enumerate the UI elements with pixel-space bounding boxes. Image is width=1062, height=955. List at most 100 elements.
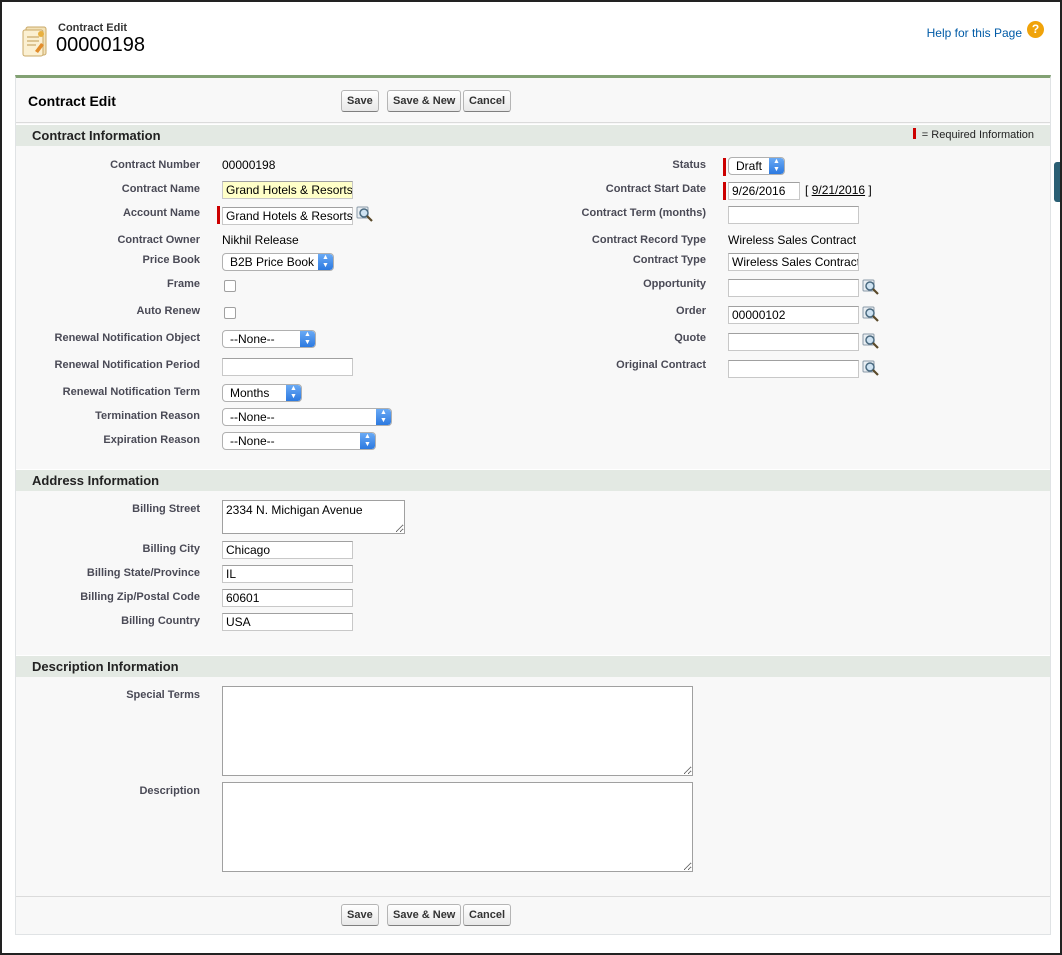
side-panel-tab[interactable]	[1054, 162, 1060, 202]
label-billing-zip: Billing Zip/Postal Code	[80, 591, 200, 603]
label-renewal-notification-period: Renewal Notification Period	[54, 359, 200, 371]
divider	[16, 896, 1050, 897]
contract-document-icon	[22, 26, 47, 57]
save-new-button-bottom[interactable]: Save & New	[387, 904, 462, 926]
renewal-notification-period-input[interactable]	[222, 358, 353, 376]
value-contract-owner: Nikhil Release	[222, 233, 299, 247]
section-header-address: Address Information	[16, 469, 1050, 491]
chevron-updown-icon: ▲ ▼	[376, 409, 391, 425]
termination-reason-selected: --None--	[230, 410, 275, 424]
description-textarea[interactable]	[222, 782, 693, 872]
label-contract-type: Contract Type	[632, 254, 706, 266]
cancel-button-top[interactable]: Cancel	[463, 90, 512, 112]
record-type-label: Contract Edit	[58, 22, 128, 34]
billing-street-textarea[interactable]: 2334 N. Michigan Avenue	[222, 500, 405, 534]
expiration-reason-selected: --None--	[230, 434, 275, 448]
lookup-magnifier-icon[interactable]	[862, 306, 880, 322]
chevron-updown-icon: ▲ ▼	[769, 158, 784, 174]
renewal-notification-term-select[interactable]: Months ▲ ▼	[222, 384, 302, 402]
label-contract-number: Contract Number	[110, 159, 200, 171]
label-expiration-reason: Expiration Reason	[103, 434, 200, 446]
contract-name-input[interactable]: Grand Hotels & Resorts	[222, 181, 353, 199]
today-date-value[interactable]: 9/21/2016	[812, 183, 865, 197]
original-contract-input[interactable]	[728, 360, 859, 378]
value-contract-number: 00000198	[222, 158, 276, 172]
contract-start-date-input[interactable]: 9/26/2016	[728, 182, 800, 200]
status-select[interactable]: Draft ▲ ▼	[728, 157, 785, 175]
required-marker	[723, 158, 726, 176]
label-contract-term: Contract Term (months)	[581, 207, 706, 219]
contract-edit-block: Contract Edit Save Save & New Cancel Con…	[15, 75, 1051, 935]
cancel-button-bottom[interactable]: Cancel	[463, 904, 512, 926]
label-contract-record-type: Contract Record Type	[591, 234, 706, 246]
order-input[interactable]: 00000102	[728, 306, 859, 324]
lookup-magnifier-icon[interactable]	[356, 206, 374, 222]
opportunity-input[interactable]	[728, 279, 859, 297]
renewal-notification-object-selected: --None--	[230, 332, 275, 346]
question-circle-icon[interactable]: ?	[1027, 21, 1044, 38]
price-book-selected: B2B Price Book	[230, 255, 315, 269]
save-button-bottom[interactable]: Save	[341, 904, 379, 926]
section-title-contract: Contract Information	[32, 128, 161, 143]
divider	[16, 122, 1050, 123]
label-special-terms: Special Terms	[126, 689, 200, 701]
section-header-description: Description Information	[16, 655, 1050, 677]
billing-state-input[interactable]: IL	[222, 565, 353, 583]
termination-reason-select[interactable]: --None-- ▲ ▼	[222, 408, 392, 426]
label-order: Order	[676, 305, 706, 317]
chevron-updown-icon: ▲ ▼	[300, 331, 315, 347]
renewal-notification-term-selected: Months	[230, 386, 270, 400]
expiration-reason-select[interactable]: --None-- ▲ ▼	[222, 432, 376, 450]
label-contract-owner: Contract Owner	[117, 234, 200, 246]
label-contract-name: Contract Name	[121, 183, 200, 195]
window-frame: Contract Edit 00000198 Help for this Pag…	[0, 0, 1062, 955]
label-renewal-notification-term: Renewal Notification Term	[62, 386, 200, 398]
required-legend-text: = Required Information	[921, 129, 1034, 141]
billing-country-input[interactable]: USA	[222, 613, 353, 631]
bracket-open: [	[805, 183, 809, 197]
status-selected: Draft	[736, 159, 763, 173]
required-marker	[912, 128, 916, 139]
label-billing-state: Billing State/Province	[86, 567, 200, 579]
save-new-button-top[interactable]: Save & New	[387, 90, 462, 112]
required-marker	[723, 182, 726, 200]
help-link[interactable]: Help for this Page	[927, 26, 1022, 40]
label-renewal-notification-object: Renewal Notification Object	[54, 332, 200, 344]
quote-input[interactable]	[728, 333, 859, 351]
section-body-contract: Contract Number 00000198 Contract Name G…	[16, 146, 1050, 466]
label-account-name: Account Name	[122, 207, 200, 219]
lookup-magnifier-icon[interactable]	[862, 279, 880, 295]
price-book-select[interactable]: B2B Price Book ▲ ▼	[222, 253, 334, 271]
section-body-address: Billing Street 2334 N. Michigan Avenue B…	[16, 491, 1050, 651]
label-description: Description	[139, 785, 200, 797]
contract-term-input[interactable]	[728, 206, 859, 224]
label-original-contract: Original Contract	[616, 359, 706, 371]
chevron-updown-icon: ▲ ▼	[360, 433, 375, 449]
special-terms-textarea[interactable]	[222, 686, 693, 776]
renewal-notification-object-select[interactable]: --None-- ▲ ▼	[222, 330, 316, 348]
today-date-link[interactable]: [ 9/21/2016 ]	[805, 183, 872, 197]
section-header-contract: Contract Information = Required Informat…	[16, 124, 1050, 146]
required-marker	[217, 206, 220, 224]
section-title-address: Address Information	[32, 473, 160, 488]
section-body-description: Special Terms Description	[16, 677, 1050, 895]
label-price-book: Price Book	[142, 254, 200, 266]
lookup-magnifier-icon[interactable]	[862, 333, 880, 349]
frame-checkbox[interactable]	[224, 280, 236, 292]
chevron-updown-icon: ▲ ▼	[318, 254, 333, 270]
billing-zip-input[interactable]: 60601	[222, 589, 353, 607]
section-title-description: Description Information	[32, 659, 179, 674]
billing-city-input[interactable]: Chicago	[222, 541, 353, 559]
lookup-magnifier-icon[interactable]	[862, 360, 880, 376]
chevron-updown-icon: ▲ ▼	[286, 385, 301, 401]
save-button-top[interactable]: Save	[341, 90, 379, 112]
account-name-input[interactable]: Grand Hotels & Resorts	[222, 207, 353, 225]
auto-renew-checkbox[interactable]	[224, 307, 236, 319]
label-status: Status	[672, 159, 706, 171]
label-auto-renew: Auto Renew	[136, 305, 200, 317]
label-billing-street: Billing Street	[132, 503, 200, 515]
contract-type-input[interactable]: Wireless Sales Contract	[728, 253, 859, 271]
label-opportunity: Opportunity	[643, 278, 706, 290]
value-contract-record-type: Wireless Sales Contract	[728, 233, 857, 247]
block-title: Contract Edit	[28, 93, 116, 109]
